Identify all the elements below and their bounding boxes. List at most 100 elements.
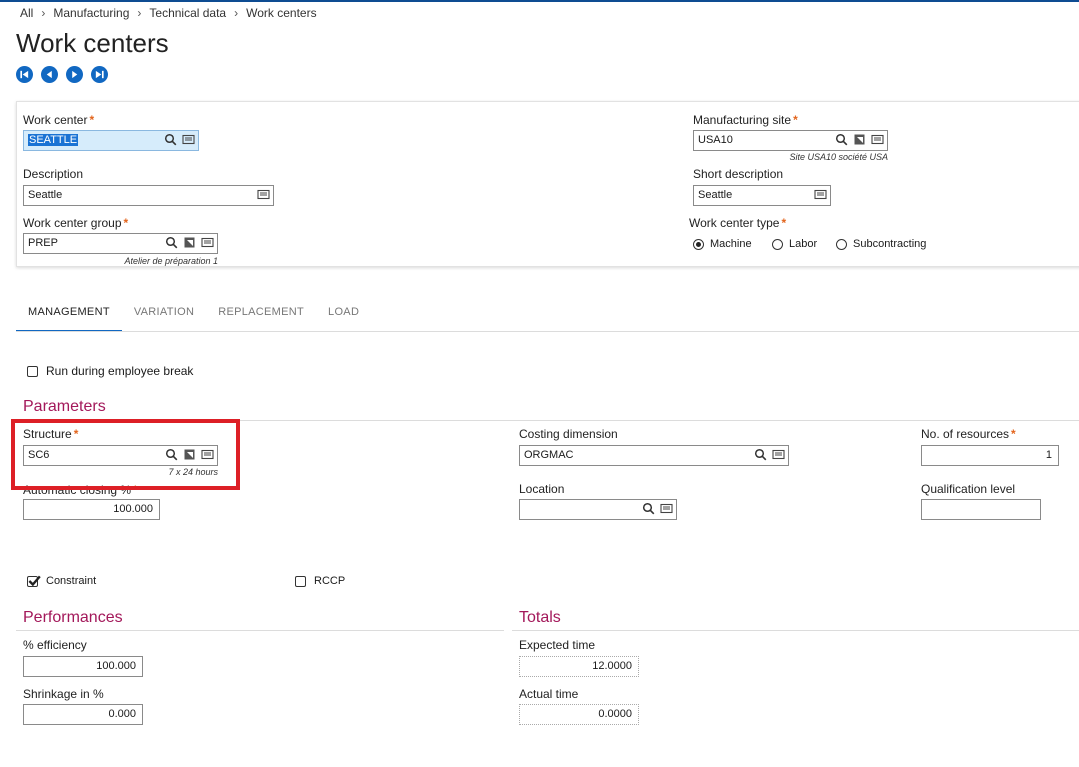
no-of-resources-value: 1 [1045,449,1052,461]
costing-dimension-field[interactable]: ORGMAC [519,445,789,466]
breadcrumb-manufacturing[interactable]: Manufacturing [53,6,129,20]
breadcrumb-work-centers: Work centers [246,6,317,20]
constraint-checkbox[interactable] [27,575,41,587]
rccp-label: RCCP [314,575,346,587]
detail-card-icon[interactable] [814,188,827,201]
work-center-value: SEATTLE [28,134,79,146]
detail-card-icon[interactable] [182,133,195,146]
radio-machine[interactable]: Machine [693,238,752,250]
detail-card-icon[interactable] [772,448,785,461]
breadcrumb: All › Manufacturing › Technical data › W… [20,6,317,20]
manufacturing-site-label: Manufacturing site * [693,113,798,127]
chevron-right-icon: › [41,6,46,20]
rccp-checkbox[interactable] [295,575,306,587]
performances-divider [16,630,504,631]
work-center-group-value: PREP [28,237,58,249]
manufacturing-site-value: USA10 [698,134,733,146]
shrinkage-label: Shrinkage in % [23,687,104,701]
search-icon[interactable] [165,236,178,249]
run-during-break-checkbox[interactable] [27,365,38,377]
last-record-icon[interactable] [91,66,108,83]
work-center-label: Work center * [23,113,95,127]
no-of-resources-label: No. of resources * [921,427,1016,441]
rccp-row[interactable]: RCCP [295,575,345,587]
automatic-closing-value: 100.000 [113,503,153,515]
first-record-icon[interactable] [16,66,33,83]
actual-time-value: 0.0000 [598,708,632,720]
tab-load[interactable]: LOAD [316,293,371,332]
tab-management[interactable]: MANAGEMENT [16,293,122,332]
location-label: Location [519,482,565,496]
description-label: Description [23,167,84,181]
parameters-title: Parameters [23,398,106,415]
radio-labor[interactable]: Labor [772,238,817,250]
detail-card-icon[interactable] [660,502,673,515]
short-description-label: Short description [693,167,784,181]
tab-divider [16,331,1079,332]
radio-subcontracting-label: Subcontracting [853,238,927,250]
previous-record-icon[interactable] [41,66,58,83]
radio-labor-label: Labor [789,238,818,250]
detail-card-icon[interactable] [257,188,270,201]
radio-button-selected[interactable] [693,238,704,250]
constraint-row[interactable]: Constraint [27,575,96,587]
work-center-group-field[interactable]: PREP [23,233,218,254]
expected-time-value: 12.0000 [592,660,632,672]
description-value: Seattle [28,189,63,201]
shrinkage-value: 0.000 [108,708,136,720]
work-center-type-label: Work center type * [689,216,787,230]
breadcrumb-all[interactable]: All [20,6,33,20]
constraint-label: Constraint [46,575,97,587]
run-during-break-row[interactable]: Run during employee break [27,364,193,378]
tab-replacement[interactable]: REPLACEMENT [206,293,316,332]
chevron-right-icon: › [234,6,239,20]
work-center-group-hint: Atelier de préparation 1 [124,256,218,266]
radio-button[interactable] [772,238,783,250]
short-description-field[interactable]: Seattle [693,185,831,206]
run-during-break-label: Run during employee break [46,364,194,378]
short-description-value: Seattle [698,189,733,201]
manufacturing-site-hint: Site USA10 société USA [789,152,888,162]
description-field[interactable]: Seattle [23,185,274,206]
automatic-closing-field[interactable]: 100.000 [23,499,160,520]
detail-card-icon[interactable] [871,133,884,146]
tab-bar: MANAGEMENT VARIATION REPLACEMENT LOAD [16,293,371,332]
shrinkage-field[interactable]: 0.000 [23,704,143,725]
costing-dimension-value: ORGMAC [524,449,574,461]
search-icon[interactable] [835,133,848,146]
performances-title: Performances [23,609,123,626]
top-accent-line [0,0,1079,2]
jump-to-icon[interactable] [183,236,196,249]
actual-time-label: Actual time [519,687,579,701]
record-navigation [16,66,108,83]
tab-variation[interactable]: VARIATION [122,293,206,332]
totals-title: Totals [519,609,561,626]
work-center-field[interactable]: SEATTLE [23,130,199,151]
no-of-resources-field[interactable]: 1 [921,445,1059,466]
qualification-level-field[interactable] [921,499,1041,520]
manufacturing-site-field[interactable]: USA10 [693,130,888,151]
checkmark-icon [28,575,41,586]
actual-time-field: 0.0000 [519,704,639,725]
breadcrumb-technical-data[interactable]: Technical data [149,6,226,20]
page-title: Work centers [16,28,169,58]
efficiency-field[interactable]: 100.000 [23,656,143,677]
highlight-box [11,419,240,490]
expected-time-label: Expected time [519,638,596,652]
efficiency-value: 100.000 [96,660,136,672]
costing-dimension-label: Costing dimension [519,427,618,441]
qualification-level-label: Qualification level [921,482,1016,496]
work-center-group-label: Work center group * [23,216,129,230]
location-field[interactable] [519,499,677,520]
radio-machine-label: Machine [710,238,752,250]
jump-to-icon[interactable] [853,133,866,146]
efficiency-label: % efficiency [23,638,87,652]
radio-subcontracting[interactable]: Subcontracting [836,238,926,250]
next-record-icon[interactable] [66,66,83,83]
search-icon[interactable] [642,502,655,515]
chevron-right-icon: › [137,6,142,20]
detail-card-icon[interactable] [201,236,214,249]
search-icon[interactable] [164,133,177,146]
search-icon[interactable] [754,448,767,461]
radio-button[interactable] [836,238,847,250]
